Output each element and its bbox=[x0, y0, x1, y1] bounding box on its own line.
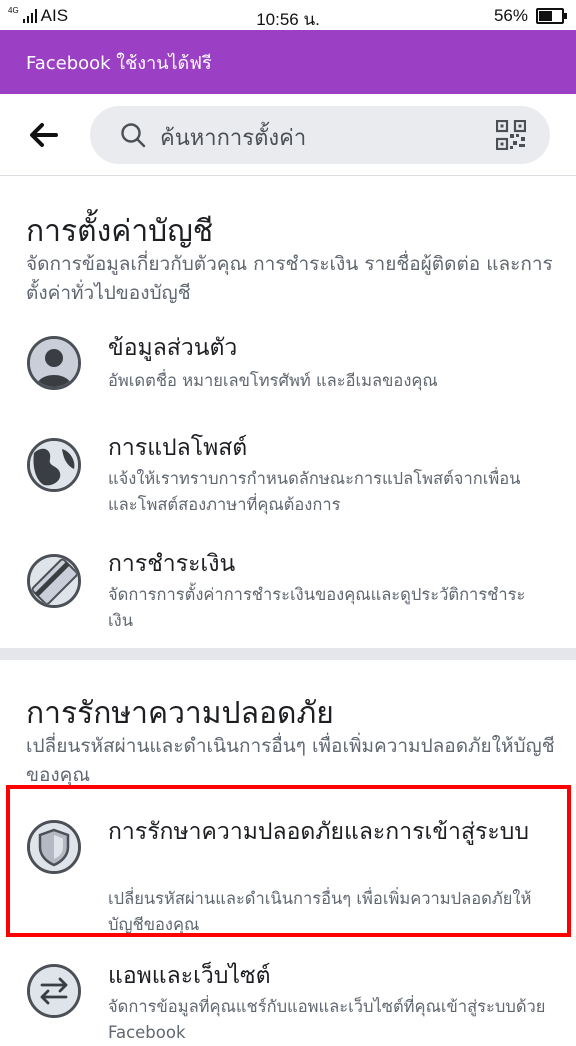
battery-status: 56% bbox=[493, 6, 567, 26]
battery-percent: 56% bbox=[493, 6, 528, 25]
section-divider bbox=[0, 648, 576, 660]
search-input[interactable]: ค้นหาการตั้งค่า bbox=[90, 106, 550, 164]
settings-item-post-translation[interactable]: การแปลโพสต์ แจ้งให้เราทราบการกำหนดลักษณะ… bbox=[0, 430, 576, 530]
globe-icon bbox=[27, 438, 81, 492]
item-title: ข้อมูลส่วนตัว bbox=[108, 335, 238, 361]
status-bar: 4G AIS 10:56 น. 56% bbox=[0, 0, 576, 30]
free-facebook-banner: Facebook ใช้งานได้ฟรี bbox=[0, 30, 576, 94]
clock: 10:56 น. bbox=[256, 10, 320, 29]
settings-item-apps-and-websites[interactable]: แอพและเว็บไซต์ จัดการข้อมูลที่คุณแชร์กับ… bbox=[0, 958, 576, 1042]
person-icon bbox=[27, 336, 81, 390]
account-settings-section: การตั้งค่าบัญชี จัดการข้อมูลเกี่ยวกับตัว… bbox=[0, 176, 576, 648]
settings-item-personal-info[interactable]: ข้อมูลส่วนตัว อัพเดตชื่อ หมายเลขโทรศัพท์… bbox=[0, 330, 576, 406]
arrows-exchange-icon bbox=[27, 964, 81, 1018]
search-icon bbox=[121, 123, 146, 148]
security-section: การรักษาความปลอดภัย เปลี่ยนรหัสผ่านและดำ… bbox=[0, 660, 576, 1042]
item-description: จัดการการตั้งค่าการชำระเงินของคุณและดูปร… bbox=[108, 585, 526, 630]
section-description: จัดการข้อมูลเกี่ยวกับตัวคุณ การชำระเงิน … bbox=[26, 253, 553, 304]
item-title: การชำระเงิน bbox=[108, 551, 236, 577]
search-placeholder: ค้นหาการตั้งค่า bbox=[160, 126, 307, 151]
back-button[interactable] bbox=[26, 118, 66, 152]
back-arrow-icon bbox=[30, 123, 58, 147]
item-title: แอพและเว็บไซต์ bbox=[108, 963, 271, 989]
item-title: การรักษาความปลอดภัยและการเข้าสู่ระบบ bbox=[108, 819, 529, 845]
item-description: เปลี่ยนรหัสผ่านและดำเนินการอื่นๆ เพื่อเพ… bbox=[108, 889, 532, 934]
settings-item-payments[interactable]: การชำระเงิน จัดการการตั้งค่าการชำระเงินข… bbox=[0, 546, 576, 646]
settings-item-security-and-login[interactable]: การรักษาความปลอดภัยและการเข้าสู่ระบบ เปล… bbox=[0, 816, 576, 936]
section-title: การรักษาความปลอดภัย bbox=[26, 696, 334, 731]
section-title: การตั้งค่าบัญชี bbox=[26, 214, 214, 249]
settings-search-header: ค้นหาการตั้งค่า bbox=[0, 94, 576, 176]
section-description: เปลี่ยนรหัสผ่านและดำเนินการอื่นๆ เพื่อเพ… bbox=[26, 735, 555, 786]
shield-icon bbox=[27, 820, 81, 874]
credit-card-icon bbox=[27, 554, 81, 608]
item-description: จัดการข้อมูลที่คุณแชร์กับแอพและเว็บไซต์ท… bbox=[108, 997, 546, 1042]
item-description: อัพเดตชื่อ หมายเลขโทรศัพท์ และอีเมลของคุ… bbox=[108, 371, 438, 390]
item-description: แจ้งให้เราทราบการกำหนดลักษณะการแปลโพสต์จ… bbox=[108, 469, 521, 514]
battery-icon bbox=[536, 8, 567, 24]
promo-text: Facebook ใช้งานได้ฟรี bbox=[26, 52, 212, 74]
item-title: การแปลโพสต์ bbox=[108, 435, 248, 461]
qr-code-icon[interactable] bbox=[496, 120, 526, 150]
